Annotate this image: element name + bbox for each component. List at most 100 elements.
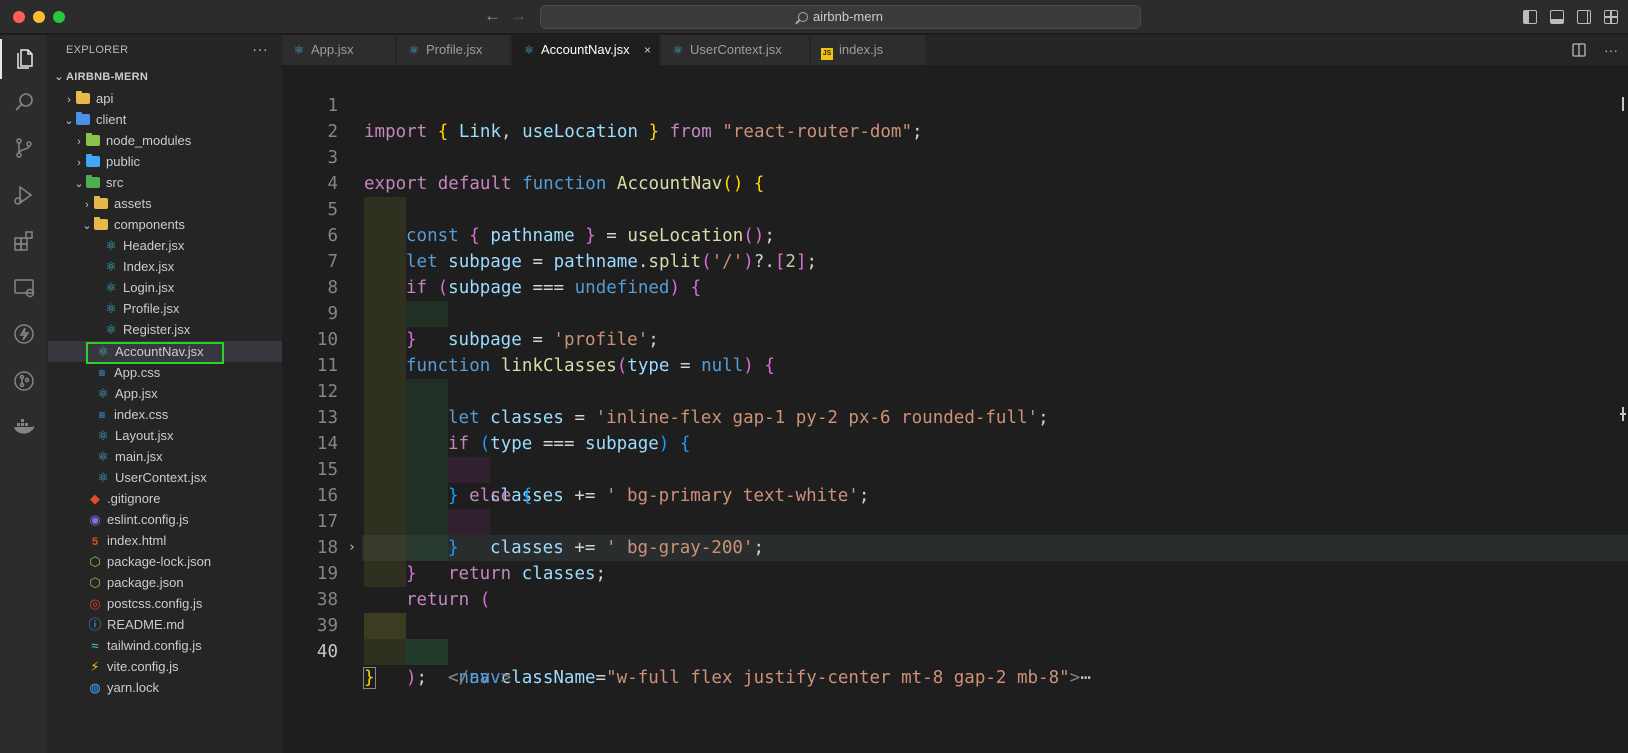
tab-app-jsx[interactable]: ⚛ App.jsx [282, 35, 396, 65]
tree-item-label: src [106, 175, 124, 190]
toggle-secondary-sidebar-icon[interactable] [1577, 10, 1591, 24]
tree-item-profile-jsx[interactable]: ⚛ Profile.jsx [48, 298, 282, 319]
css-file-icon: ≡ [98, 366, 106, 380]
tab-profile-jsx[interactable]: ⚛ Profile.jsx [397, 35, 511, 65]
tree-item-client[interactable]: ⌄ client [48, 109, 282, 130]
toggle-panel-icon[interactable] [1550, 10, 1564, 24]
run-debug-icon[interactable] [0, 175, 48, 215]
tree-item-header-jsx[interactable]: ⚛ Header.jsx [48, 235, 282, 256]
tree-item-label: Login.jsx [123, 280, 175, 295]
tab-label: index.js [839, 42, 884, 57]
tab-index-js[interactable]: JS index.js [811, 35, 926, 65]
chevron-right-icon: › [77, 136, 81, 148]
code-text: </nav> [448, 668, 512, 688]
tree-item-package-lock[interactable]: ⬡ package-lock.json [48, 551, 282, 572]
editor-actions: ··· [1572, 43, 1618, 59]
tree-item-label: Profile.jsx [123, 301, 180, 316]
code-line: 15 } [282, 431, 1612, 558]
tree-item-tailwind-config[interactable]: ≈ tailwind.config.js [48, 635, 282, 656]
tree-item-label: main.jsx [115, 449, 163, 464]
folder-client-icon [76, 112, 90, 125]
remote-explorer-icon[interactable] [0, 268, 48, 308]
lightning-icon[interactable] [0, 314, 48, 354]
more-actions-icon[interactable]: ··· [1604, 43, 1618, 59]
tree-item-label: index.html [107, 533, 167, 548]
tab-usercontext-jsx[interactable]: ⚛ UserContext.jsx [661, 35, 810, 65]
tree-item-components[interactable]: ⌄ components [48, 214, 282, 235]
files-icon[interactable] [0, 39, 48, 79]
line-number: 40 [316, 642, 338, 662]
tree-item-layout-jsx[interactable]: ⚛ Layout.jsx [48, 425, 282, 446]
chevron-right-icon: › [67, 94, 71, 106]
tree-item-public[interactable]: › public [48, 151, 282, 172]
tree-root-folder[interactable]: ⌄ AIRBNB-MERN [48, 67, 282, 88]
more-actions-icon[interactable]: ··· [252, 35, 268, 65]
search-icon[interactable] [0, 82, 48, 122]
code-text: ); [406, 668, 428, 688]
code-line: 6 if (subpage === undefined) { [282, 197, 1612, 298]
code-line: 4 const { pathname } = useLocation(); [282, 145, 1612, 246]
forward-arrow-icon[interactable]: → [510, 6, 527, 26]
git-graph-icon[interactable] [0, 361, 48, 401]
tree-item-label: assets [114, 196, 152, 211]
tree-item-label: Register.jsx [123, 322, 191, 337]
folded-ellipsis[interactable]: ⋯ [1080, 668, 1091, 688]
tree-item-node-modules[interactable]: › node_modules [48, 130, 282, 151]
tree-item-index-html[interactable]: 5 index.html [48, 530, 282, 551]
tree-item-postcss-config[interactable]: ◎ postcss.config.js [48, 593, 282, 614]
react-icon: ⚛ [105, 259, 117, 274]
tree-item-main-jsx[interactable]: ⚛ main.jsx [48, 446, 282, 467]
explorer-title: EXPLORER [66, 44, 129, 56]
activity-bar [0, 35, 48, 753]
react-icon: ⚛ [105, 322, 117, 337]
chevron-right-icon[interactable]: › [348, 535, 356, 561]
code-line: 38 </nav> [282, 561, 1612, 688]
code-line: 13 } else { [282, 379, 1612, 506]
tree-item-usercontext-jsx[interactable]: ⚛ UserContext.jsx [48, 467, 282, 488]
tree-item-api[interactable]: › api [48, 88, 282, 109]
tree-item-vite-config[interactable]: ⚡ vite.config.js [48, 656, 282, 677]
react-icon: ⚛ [97, 449, 109, 464]
customize-layout-icon[interactable] [1604, 10, 1618, 24]
tree-item-app-css[interactable]: ≡ App.css [48, 362, 282, 383]
tree-item-label: client [96, 112, 127, 127]
tree-item-package-json[interactable]: ⬡ package.json [48, 572, 282, 593]
tree-item-accountnav-jsx[interactable]: ⚛ AccountNav.jsx [48, 341, 282, 362]
command-center-search[interactable]: airbnb-mern [540, 5, 1141, 29]
code-editor[interactable]: 1 import { Link, useLocation } from "rea… [282, 65, 1628, 753]
tree-item-src[interactable]: ⌄ src [48, 172, 282, 193]
tree-item-app-jsx[interactable]: ⚛ App.jsx [48, 383, 282, 404]
tree-item-label: yarn.lock [107, 680, 160, 695]
code-line: 17 } [282, 483, 1612, 584]
docker-icon[interactable] [0, 407, 48, 447]
window-minimize-button[interactable] [33, 11, 45, 23]
tree-item-index-css[interactable]: ≡ index.css [48, 404, 282, 425]
tree-item-login-jsx[interactable]: ⚛ Login.jsx [48, 277, 282, 298]
tree-item-label: App.css [114, 365, 161, 380]
extensions-icon[interactable] [0, 221, 48, 261]
window-maximize-button[interactable] [53, 11, 65, 23]
tree-item-assets[interactable]: › assets [48, 193, 282, 214]
window-close-button[interactable] [13, 11, 25, 23]
tree-item-eslint-config[interactable]: ◉ eslint.config.js [48, 509, 282, 530]
indent-guide [406, 639, 448, 665]
toggle-primary-sidebar-icon[interactable] [1523, 10, 1537, 24]
source-control-icon[interactable] [0, 128, 48, 168]
split-editor-icon[interactable] [1572, 43, 1586, 59]
tree-item-yarn-lock[interactable]: ◍ yarn.lock [48, 677, 282, 698]
explorer-header: EXPLORER ··· [48, 35, 282, 65]
tab-label: Profile.jsx [426, 42, 483, 57]
tree-item-readme[interactable]: ⓘ README.md [48, 614, 282, 635]
tree-item-register-jsx[interactable]: ⚛ Register.jsx [48, 319, 282, 340]
close-icon[interactable]: × [644, 35, 651, 65]
code-text: } [363, 667, 376, 689]
tree-item-gitignore[interactable]: ◆ .gitignore [48, 488, 282, 509]
editor-scrollbar[interactable] [1616, 65, 1628, 753]
tab-accountnav-jsx[interactable]: ⚛ AccountNav.jsx × [512, 35, 660, 65]
back-arrow-icon[interactable]: ← [484, 6, 501, 26]
tree-item-index-jsx[interactable]: ⚛ Index.jsx [48, 256, 282, 277]
code-line: 5 let subpage = pathname.split('/')?.[2]… [282, 171, 1612, 272]
code-line: 16 return classes; [282, 457, 1612, 584]
tree-root-label: AIRBNB-MERN [66, 71, 149, 83]
tree-item-label: Index.jsx [123, 259, 175, 274]
